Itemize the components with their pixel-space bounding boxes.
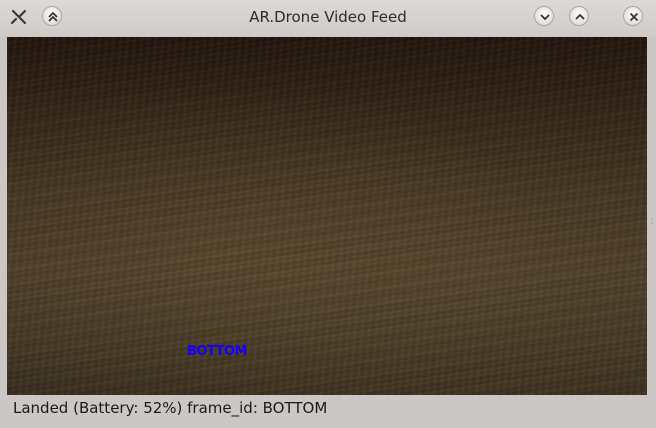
- maximize-button[interactable]: [569, 6, 589, 26]
- close-button[interactable]: [623, 6, 643, 26]
- status-bar: Landed (Battery: 52%) frame_id: BOTTOM: [0, 397, 656, 428]
- app-window: AR.Drone Video Feed BOTTOM Landed (Batte…: [0, 0, 656, 428]
- resize-grip-icon[interactable]: [650, 210, 654, 224]
- status-text: Landed (Battery: 52%) frame_id: BOTTOM: [13, 399, 328, 417]
- window-title: AR.Drone Video Feed: [249, 8, 407, 26]
- video-feed[interactable]: BOTTOM: [7, 37, 647, 395]
- title-bar[interactable]: AR.Drone Video Feed: [0, 0, 656, 36]
- camera-overlay-label: BOTTOM: [187, 344, 247, 359]
- minimize-button[interactable]: [534, 6, 554, 26]
